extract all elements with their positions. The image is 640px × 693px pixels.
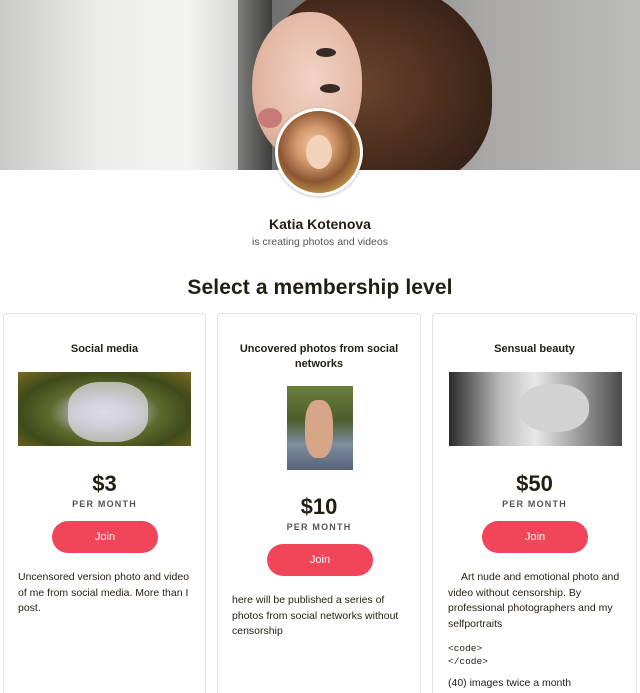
section-title: Select a membership level (187, 276, 453, 299)
tier-image-figure (305, 400, 333, 458)
tier-image (449, 372, 622, 446)
tier-extra-text: (40) images twice a month (448, 677, 572, 689)
tier-description: Uncensored version photo and video of me… (18, 571, 190, 614)
tier-card-sensual-beauty: Sensual beauty $50 PER MONTH Join Art nu… (432, 313, 637, 693)
join-button[interactable]: Join (482, 521, 588, 553)
tier-card-social-media: Social media $3 PER MONTH Join Uncensore… (3, 313, 206, 693)
tier-title: Social media (70, 343, 139, 355)
creator-subtitle: is creating photos and videos (251, 236, 388, 248)
tier-description: here will be published a series of photo… (232, 594, 399, 637)
cover-curtain (0, 0, 250, 170)
tier-period: PER MONTH (502, 499, 567, 509)
tier-price: $50 (516, 471, 553, 496)
tier-image (18, 372, 191, 446)
tier-image (287, 386, 353, 470)
join-button[interactable]: Join (52, 521, 158, 553)
cover-lips (258, 108, 282, 128)
tier-price: $3 (92, 471, 117, 496)
code-open-tag: <code> (448, 643, 483, 654)
cover-eye (316, 48, 336, 57)
cover-eye (320, 84, 340, 93)
tier-description-block: Art nude and emotional photo and video w… (448, 570, 624, 692)
tier-price: $10 (300, 494, 338, 519)
avatar-face (306, 135, 332, 169)
creator-avatar[interactable] (275, 108, 363, 196)
tier-image-veil (68, 382, 148, 442)
creator-name: Katia Kotenova (269, 216, 371, 232)
tier-period: PER MONTH (72, 499, 137, 509)
join-button[interactable]: Join (267, 544, 373, 576)
tier-image-figure (519, 384, 589, 432)
tier-title: Sensual beauty (494, 343, 575, 355)
tier-card-uncovered-photos: Uncovered photos from social networks $1… (217, 313, 421, 693)
code-close-tag: </code> (448, 656, 488, 667)
tier-title: Uncovered photos from social networks (239, 343, 399, 370)
tier-description: Art nude and emotional photo and video w… (448, 571, 620, 630)
tier-period: PER MONTH (286, 522, 352, 532)
